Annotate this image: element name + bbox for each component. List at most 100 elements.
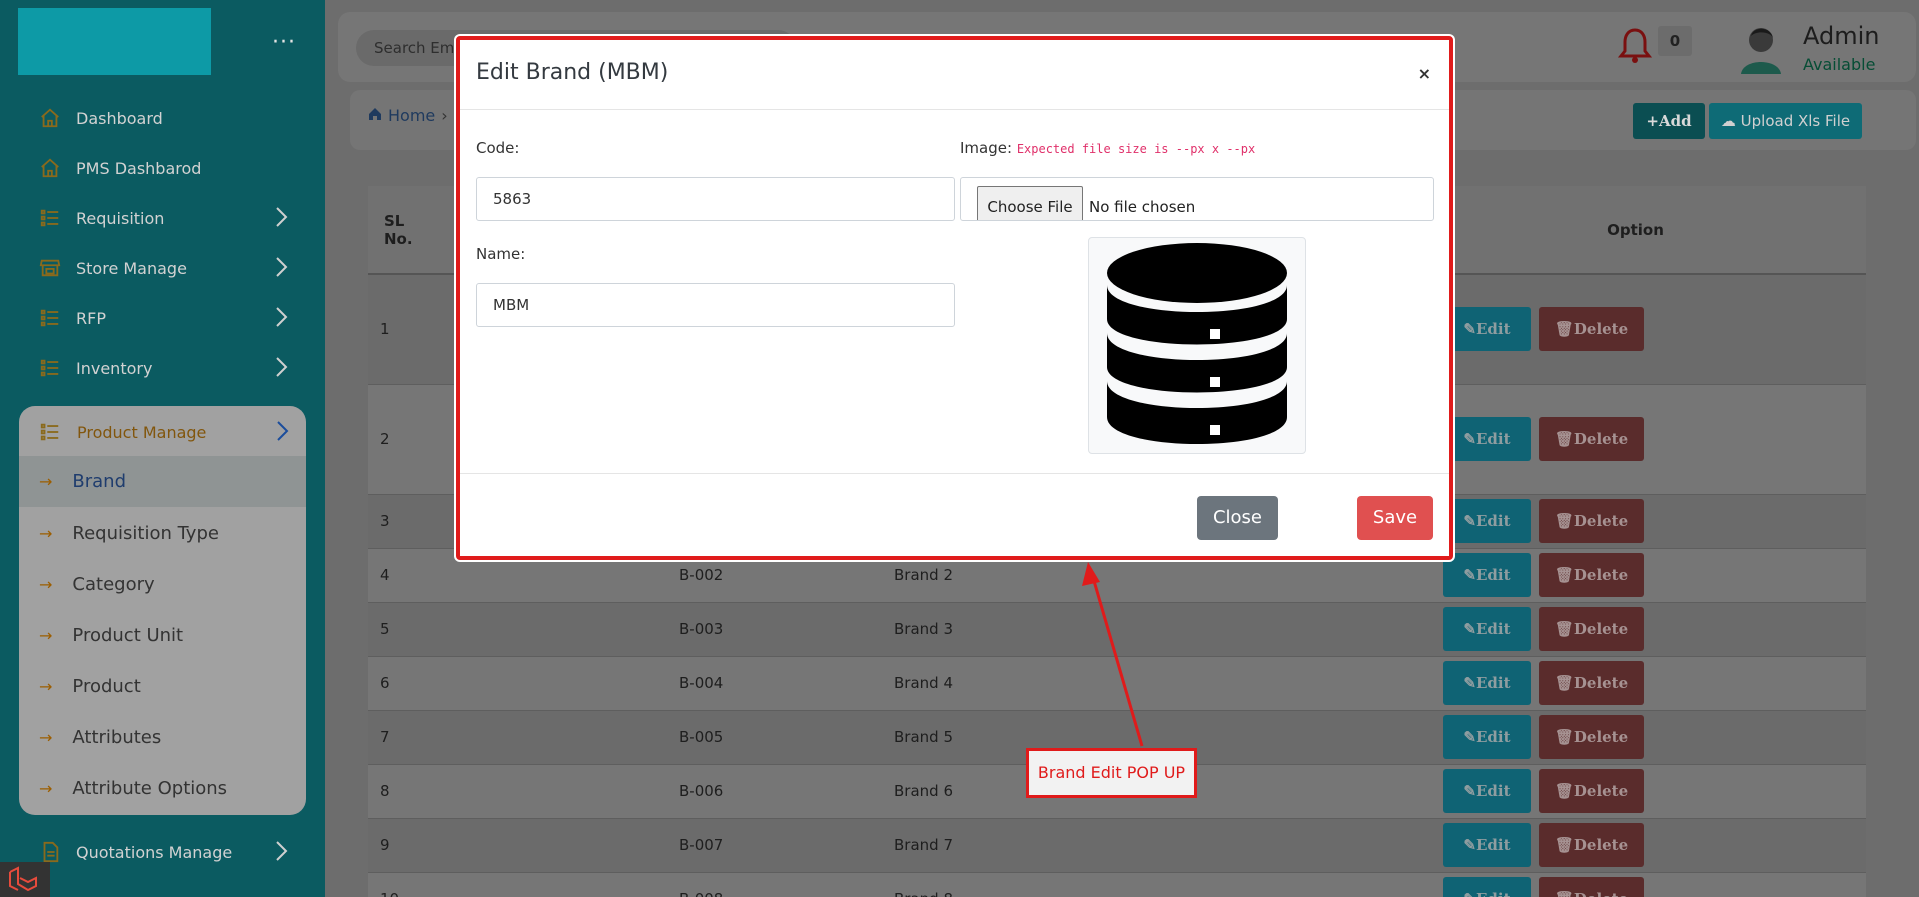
edit-icon: ✎: [1463, 512, 1476, 530]
edit-icon: ✎: [1463, 620, 1476, 638]
chevron-right-icon: [274, 356, 288, 382]
delete-label: Delete: [1573, 836, 1629, 854]
row-sl: 6: [368, 655, 443, 710]
row-sl: 9: [368, 817, 443, 872]
delete-button[interactable]: 🗑Delete: [1539, 607, 1644, 651]
sidebar-item-label: PMS Dashbarod: [76, 158, 202, 178]
row-sl: 7: [368, 709, 443, 764]
delete-button[interactable]: 🗑Delete: [1539, 661, 1644, 705]
user-name[interactable]: Admin: [1803, 22, 1880, 50]
edit-button[interactable]: ✎Edit: [1443, 607, 1531, 651]
name-input[interactable]: MBM: [476, 283, 955, 327]
close-icon[interactable]: ×: [1418, 64, 1431, 83]
row-image: [443, 763, 667, 818]
image-size-hint: Expected file size is --px x --px: [1016, 142, 1256, 156]
edit-button[interactable]: ✎Edit: [1443, 553, 1531, 597]
edit-button[interactable]: ✎Edit: [1443, 715, 1531, 759]
sidebar-item-product-manage[interactable]: Product Manage: [39, 412, 289, 452]
sidebar-subitem-label: Category: [72, 573, 155, 595]
edit-button[interactable]: ✎Edit: [1443, 877, 1531, 897]
delete-label: Delete: [1573, 430, 1629, 448]
chevron-right-icon: [274, 206, 288, 232]
image-file-input[interactable]: Choose File No file chosen: [960, 177, 1434, 221]
trash-icon: 🗑: [1554, 836, 1574, 854]
sidebar-item-rfp[interactable]: RFP: [38, 298, 288, 338]
edit-button[interactable]: ✎Edit: [1443, 823, 1531, 867]
edit-label: Edit: [1476, 674, 1511, 692]
sidebar-item-requisition[interactable]: Requisition: [38, 198, 288, 238]
sidebar-subitem-label: Attribute Options: [72, 777, 228, 799]
home-icon: [38, 106, 62, 130]
delete-button[interactable]: 🗑Delete: [1539, 877, 1644, 897]
sidebar-item-inventory[interactable]: Inventory: [38, 348, 288, 388]
store-icon: [38, 256, 62, 280]
sidebar-subitem-product[interactable]: → Product: [39, 666, 289, 706]
logo[interactable]: [18, 8, 211, 75]
delete-button[interactable]: 🗑Delete: [1539, 499, 1644, 543]
breadcrumb-home-link[interactable]: Home: [388, 106, 435, 125]
annotation-label: Brand Edit POP UP: [1026, 748, 1197, 798]
row-image: [443, 817, 667, 872]
sidebar-item-dashboard[interactable]: Dashboard: [38, 98, 288, 138]
edit-icon: ✎: [1463, 566, 1476, 584]
delete-button[interactable]: 🗑Delete: [1539, 715, 1644, 759]
edit-icon: ✎: [1463, 430, 1476, 448]
user-status: Available: [1803, 55, 1876, 74]
list-icon: [38, 306, 62, 330]
delete-label: Delete: [1573, 320, 1629, 339]
bell-icon[interactable]: [1617, 26, 1653, 68]
sidebar-item-store-manage[interactable]: Store Manage: [38, 248, 288, 288]
code-input[interactable]: 5863: [476, 177, 955, 221]
sidebar-subitem-requisition-type[interactable]: → Requisition Type: [39, 513, 289, 553]
home-icon: [38, 156, 62, 180]
sidebar-subitem-category[interactable]: → Category: [39, 564, 289, 604]
avatar[interactable]: [1737, 22, 1785, 74]
modal-footer: Close Save: [460, 473, 1449, 556]
arrow-right-icon: →: [39, 625, 53, 645]
row-code: B-004: [667, 655, 882, 710]
upload-xls-button[interactable]: ☁ Upload Xls File: [1709, 103, 1862, 139]
edit-icon: ✎: [1463, 320, 1476, 339]
sidebar-item-label: Product Manage: [77, 422, 207, 442]
row-code: B-005: [667, 709, 882, 764]
row-options: ✎Edit🗑Delete: [1405, 493, 1866, 548]
modal-header: Edit Brand (MBM) ×: [460, 40, 1449, 110]
menu-dots-icon[interactable]: ···: [272, 30, 296, 55]
delete-label: Delete: [1573, 512, 1629, 530]
sidebar-subitem-attribute-options[interactable]: → Attribute Options: [39, 768, 289, 808]
table-row: 9 B-007 Brand 7 ✎Edit 🗑Delete: [368, 817, 1866, 872]
chevron-right-icon: [275, 420, 289, 446]
trash-icon: 🗑: [1554, 782, 1574, 800]
delete-button[interactable]: 🗑Delete: [1539, 307, 1644, 352]
delete-button[interactable]: 🗑Delete: [1539, 769, 1644, 813]
row-sl: 2: [368, 383, 443, 494]
trash-icon: 🗑: [1554, 512, 1574, 530]
edit-label: Edit: [1476, 430, 1511, 448]
sl-header-line2: No.: [384, 229, 413, 248]
sidebar-subitem-product-unit[interactable]: → Product Unit: [39, 615, 289, 655]
edit-button[interactable]: ✎Edit: [1443, 769, 1531, 813]
edit-button[interactable]: ✎Edit: [1443, 661, 1531, 705]
delete-button[interactable]: 🗑Delete: [1539, 823, 1644, 867]
close-button[interactable]: Close: [1197, 496, 1278, 540]
upload-xls-label: Upload Xls File: [1740, 112, 1851, 130]
sidebar-item-quotations-manage[interactable]: Quotations Manage: [38, 832, 288, 872]
sidebar-item-pms-dashboard[interactable]: PMS Dashbarod: [38, 148, 288, 188]
edit-button[interactable]: ✎Edit: [1443, 499, 1531, 543]
edit-button[interactable]: ✎Edit: [1443, 307, 1531, 352]
row-options: ✎Edit🗑Delete: [1405, 601, 1866, 656]
edit-label: Edit: [1476, 890, 1511, 897]
delete-button[interactable]: 🗑Delete: [1539, 417, 1644, 461]
arrow-right-icon: →: [39, 727, 53, 747]
home-icon: [368, 106, 382, 125]
choose-file-button[interactable]: Choose File: [977, 186, 1083, 220]
add-button[interactable]: +Add: [1633, 103, 1705, 139]
sidebar: ··· Dashboard PMS Dashbarod Requisition …: [0, 0, 325, 897]
save-button[interactable]: Save: [1357, 496, 1433, 540]
edit-button[interactable]: ✎Edit: [1443, 417, 1531, 461]
image-label-row: Image: Expected file size is --px x --px: [960, 139, 1255, 157]
delete-button[interactable]: 🗑Delete: [1539, 553, 1644, 597]
delete-label: Delete: [1574, 890, 1628, 897]
sidebar-subitem-brand[interactable]: → Brand: [39, 461, 289, 501]
sidebar-subitem-attributes[interactable]: → Attributes: [39, 717, 289, 757]
